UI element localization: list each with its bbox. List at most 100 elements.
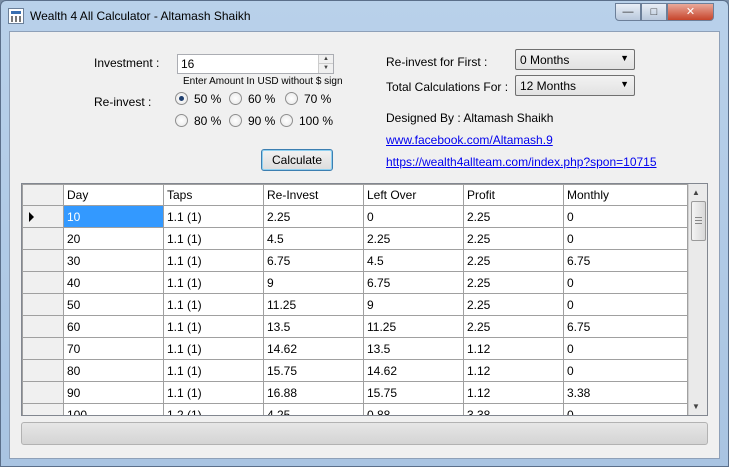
table-cell[interactable]: 60 (63, 315, 164, 338)
table-cell[interactable]: 6.75 (563, 249, 688, 272)
column-header-taps[interactable]: Taps (163, 184, 264, 206)
table-cell[interactable]: 2.25 (463, 227, 564, 250)
table-cell[interactable]: 0 (563, 403, 688, 415)
maximize-button[interactable]: □ (641, 3, 667, 21)
table-cell[interactable]: 1.1 (1) (163, 315, 264, 338)
total-calc-select[interactable]: 12 Months ▼ (515, 75, 635, 96)
table-cell[interactable]: 1.2 (1) (163, 403, 264, 415)
table-cell[interactable]: 2.25 (463, 271, 564, 294)
table-cell[interactable]: 4.25 (263, 403, 364, 415)
table-row[interactable]: 50 1.1 (1) 11.25 9 2.25 0 (22, 293, 688, 316)
table-cell[interactable]: 1.12 (463, 381, 564, 404)
table-cell[interactable]: 1.1 (1) (163, 337, 264, 360)
table-cell[interactable]: 1.12 (463, 359, 564, 382)
reinvest-radio-90[interactable]: 90 % (229, 113, 275, 129)
column-header-profit[interactable]: Profit (463, 184, 564, 206)
reinvest-first-select[interactable]: 0 Months ▼ (515, 49, 635, 70)
table-cell[interactable]: 3.38 (463, 403, 564, 415)
table-cell[interactable]: 30 (63, 249, 164, 272)
column-header-monthly[interactable]: Monthly (563, 184, 688, 206)
scroll-thumb[interactable] (691, 201, 706, 241)
reinvest-radio-100[interactable]: 100 % (280, 113, 333, 129)
calculate-button[interactable]: Calculate (261, 149, 333, 171)
table-cell[interactable]: 15.75 (263, 359, 364, 382)
table-cell[interactable]: 20 (63, 227, 164, 250)
reinvest-radio-60[interactable]: 60 % (229, 91, 275, 107)
table-cell[interactable]: 4.5 (363, 249, 464, 272)
row-header[interactable] (22, 403, 64, 415)
grid-vertical-scrollbar[interactable]: ▲ ▼ (688, 184, 707, 415)
table-row[interactable]: 30 1.1 (1) 6.75 4.5 2.25 6.75 (22, 249, 688, 272)
table-cell[interactable]: 40 (63, 271, 164, 294)
table-cell[interactable]: 2.25 (463, 293, 564, 316)
table-cell[interactable]: 0 (563, 337, 688, 360)
column-header-reinvest[interactable]: Re-Invest (263, 184, 364, 206)
column-header-day[interactable]: Day (63, 184, 164, 206)
stepper-up-icon[interactable]: ▲ (319, 55, 333, 64)
table-cell[interactable]: 3.38 (563, 381, 688, 404)
results-grid[interactable]: Day Taps Re-Invest Left Over Profit Mont… (21, 183, 708, 416)
title-bar[interactable]: Wealth 4 All Calculator - Altamash Shaik… (1, 1, 728, 31)
row-header[interactable] (22, 205, 64, 228)
table-cell[interactable]: 2.25 (463, 249, 564, 272)
reinvest-radio-70[interactable]: 70 % (285, 91, 331, 107)
table-cell[interactable]: 2.25 (463, 315, 564, 338)
table-cell[interactable]: 4.5 (263, 227, 364, 250)
row-header[interactable] (22, 293, 64, 316)
table-cell[interactable]: 0 (563, 293, 688, 316)
table-row[interactable]: 70 1.1 (1) 14.62 13.5 1.12 0 (22, 337, 688, 360)
table-row[interactable]: 100 1.2 (1) 4.25 0.88 3.38 0 (22, 403, 688, 415)
stepper-down-icon[interactable]: ▼ (319, 64, 333, 73)
scroll-down-icon[interactable]: ▼ (692, 402, 700, 411)
table-cell[interactable]: 6.75 (263, 249, 364, 272)
reinvest-radio-50[interactable]: 50 % (175, 91, 221, 107)
facebook-link[interactable]: www.facebook.com/Altamash.9 (386, 133, 553, 147)
table-cell[interactable]: 16.88 (263, 381, 364, 404)
column-header-leftover[interactable]: Left Over (363, 184, 464, 206)
table-cell[interactable]: 2.25 (263, 205, 364, 228)
row-header[interactable] (22, 381, 64, 404)
table-cell[interactable]: 14.62 (263, 337, 364, 360)
table-cell[interactable]: 9 (263, 271, 364, 294)
table-cell[interactable]: 11.25 (263, 293, 364, 316)
table-cell[interactable]: 2.25 (463, 205, 564, 228)
table-row[interactable]: 80 1.1 (1) 15.75 14.62 1.12 0 (22, 359, 688, 382)
minimize-button[interactable]: — (615, 3, 641, 21)
table-cell[interactable]: 70 (63, 337, 164, 360)
table-cell[interactable]: 15.75 (363, 381, 464, 404)
table-row[interactable]: 90 1.1 (1) 16.88 15.75 1.12 3.38 (22, 381, 688, 404)
table-row[interactable]: 20 1.1 (1) 4.5 2.25 2.25 0 (22, 227, 688, 250)
row-header[interactable] (22, 249, 64, 272)
table-cell[interactable]: 0 (363, 205, 464, 228)
table-cell[interactable]: 90 (63, 381, 164, 404)
table-cell[interactable]: 100 (63, 403, 164, 415)
row-header[interactable] (22, 315, 64, 338)
table-cell[interactable]: 80 (63, 359, 164, 382)
reinvest-radio-80[interactable]: 80 % (175, 113, 221, 129)
table-cell[interactable]: 1.1 (1) (163, 359, 264, 382)
table-cell[interactable]: 10 (63, 205, 164, 228)
table-cell[interactable]: 6.75 (363, 271, 464, 294)
table-cell[interactable]: 13.5 (263, 315, 364, 338)
table-cell[interactable]: 1.1 (1) (163, 381, 264, 404)
table-cell[interactable]: 1.1 (1) (163, 293, 264, 316)
table-cell[interactable]: 0 (563, 359, 688, 382)
table-cell[interactable]: 14.62 (363, 359, 464, 382)
investment-stepper[interactable]: 16 ▲ ▼ (177, 54, 334, 74)
row-header[interactable] (22, 271, 64, 294)
table-cell[interactable]: 0 (563, 271, 688, 294)
table-cell[interactable]: 11.25 (363, 315, 464, 338)
scroll-up-icon[interactable]: ▲ (692, 188, 700, 197)
table-cell[interactable]: 1.1 (1) (163, 227, 264, 250)
table-cell[interactable]: 1.1 (1) (163, 249, 264, 272)
row-header[interactable] (22, 227, 64, 250)
table-row[interactable]: 10 1.1 (1) 2.25 0 2.25 0 (22, 205, 688, 228)
table-cell[interactable]: 0 (563, 227, 688, 250)
table-cell[interactable]: 6.75 (563, 315, 688, 338)
table-cell[interactable]: 0.88 (363, 403, 464, 415)
row-header[interactable] (22, 359, 64, 382)
table-cell[interactable]: 1.12 (463, 337, 564, 360)
table-cell[interactable]: 50 (63, 293, 164, 316)
investment-value[interactable]: 16 (181, 57, 194, 71)
close-button[interactable]: ✕ (667, 3, 714, 21)
